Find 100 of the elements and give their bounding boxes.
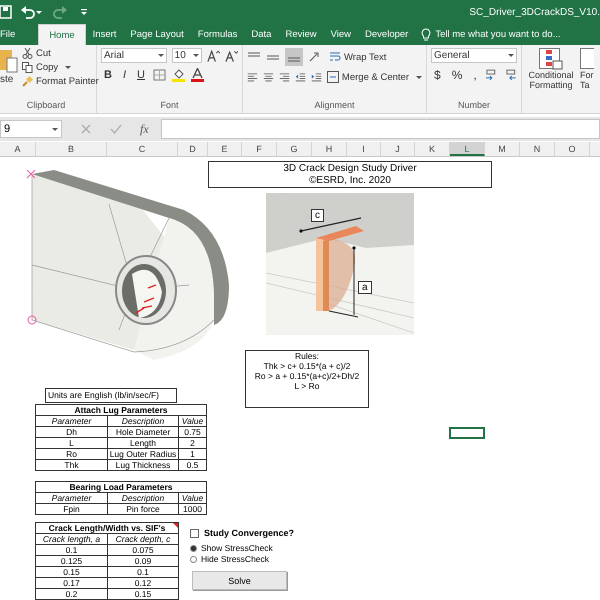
column-header[interactable]: J	[381, 142, 415, 156]
table-title: Attach Lug Parameters	[36, 404, 206, 416]
wrap-text-icon	[329, 51, 341, 63]
ribbon-tab[interactable]: File	[0, 24, 22, 45]
column-header[interactable]: E	[208, 142, 242, 156]
column-header[interactable]: L	[450, 142, 485, 156]
lightbulb-icon	[421, 28, 432, 41]
comma-button[interactable]: ,	[470, 68, 480, 82]
bold-button[interactable]: B	[101, 69, 115, 81]
format-painter-button[interactable]: Format Painter	[22, 76, 99, 87]
selected-cell[interactable]	[449, 427, 485, 439]
merge-cells-icon	[326, 71, 339, 83]
align-left-icon[interactable]	[247, 71, 258, 83]
table-title: Crack Length/Width vs. SIF's	[36, 522, 178, 534]
format-as-table-button[interactable]: For Ta	[580, 48, 596, 113]
column-header[interactable]: C	[107, 142, 178, 156]
column-header[interactable]: G	[277, 142, 312, 156]
paste-button[interactable]: ste	[0, 48, 18, 100]
align-center-icon[interactable]	[262, 71, 274, 83]
font-name-dropdown[interactable]: Arial	[101, 48, 167, 63]
table-cell: 2	[178, 438, 206, 448]
ribbon-tab[interactable]: Data	[244, 24, 278, 45]
solve-button[interactable]: Solve	[192, 571, 287, 590]
ribbon-tab[interactable]: Developer	[358, 24, 416, 45]
copy-button[interactable]: Copy	[22, 62, 99, 73]
font-color-icon[interactable]	[190, 68, 205, 82]
conditional-formatting-button[interactable]: Conditional Formatting	[526, 48, 576, 113]
table-cell: 0.1	[108, 566, 178, 578]
grow-font-icon[interactable]	[206, 50, 220, 62]
table-cell: 0.2	[36, 588, 108, 600]
table-cell: Dh	[36, 426, 108, 438]
font-size-dropdown[interactable]: 10	[172, 48, 202, 63]
cut-button[interactable]: Cut	[22, 48, 99, 59]
column-header[interactable]: F	[242, 142, 277, 156]
table-cell: 0.1	[36, 544, 108, 556]
table-cell: Pin force	[108, 504, 178, 514]
dimension-label: a	[358, 281, 372, 294]
name-box[interactable]: 9	[0, 120, 62, 138]
customize-toolbar-icon[interactable]	[80, 8, 88, 16]
column-heading: Value	[178, 416, 206, 426]
column-heading: Value	[178, 492, 206, 504]
ribbon-tab[interactable]: Insert	[86, 24, 124, 45]
formula-input[interactable]	[160, 119, 600, 139]
align-right-icon[interactable]	[278, 71, 290, 83]
radio-option[interactable]: Hide StressCheck	[190, 554, 273, 564]
table-cell: Lug Thickness	[108, 460, 178, 470]
comment-marker-icon	[173, 523, 178, 528]
percent-button[interactable]: %	[448, 68, 466, 82]
ribbon-tab[interactable]: Page Layout	[123, 24, 191, 45]
wrap-text-button[interactable]: Wrap Text	[329, 51, 386, 63]
decrease-indent-icon[interactable]	[294, 71, 306, 83]
align-bottom-icon[interactable]	[285, 48, 303, 66]
table-cell: L	[36, 438, 108, 448]
merge-center-button[interactable]: Merge & Center	[326, 71, 422, 83]
increase-indent-icon[interactable]	[310, 71, 322, 83]
group-label: Clipboard	[26, 100, 66, 112]
title-text: 3D Crack Design Study Driver	[283, 163, 417, 175]
borders-icon[interactable]	[152, 69, 167, 81]
column-heading: Parameter	[36, 492, 108, 504]
rule-text: Rules:	[294, 351, 320, 361]
insert-function-button[interactable]: fx	[134, 120, 155, 138]
save-icon[interactable]	[0, 5, 12, 19]
undo-icon[interactable]	[20, 5, 42, 19]
tell-me-field[interactable]: Tell me what you want to do...	[415, 24, 560, 45]
table-cell: 1	[178, 448, 206, 460]
scissors-icon	[22, 48, 33, 59]
column-heading: Crack depth, c	[108, 534, 178, 544]
column-header[interactable]: I	[347, 142, 381, 156]
currency-button[interactable]: $	[431, 68, 444, 82]
ribbon-tab[interactable]: Home	[38, 24, 86, 45]
table-cell: Lug Outer Radius	[108, 448, 178, 460]
radio-option[interactable]: Show StressCheck	[190, 543, 273, 553]
table-cell: 0.125	[36, 556, 108, 566]
rule-text: L > Ro	[294, 381, 320, 391]
column-header[interactable]: O	[555, 142, 590, 156]
shrink-font-icon[interactable]	[224, 50, 238, 62]
rule-text: Thk > c+ 0.15*(a + c)/2	[264, 361, 350, 371]
column-header[interactable]: A	[0, 142, 36, 156]
ribbon-tab[interactable]: Review	[278, 24, 324, 45]
column-header[interactable]: B	[36, 142, 107, 156]
column-header[interactable]: M	[485, 142, 520, 156]
underline-button[interactable]: U	[134, 69, 148, 81]
table-cell: 0.15	[36, 566, 108, 578]
italic-button[interactable]: I	[120, 69, 130, 81]
table-title: Bearing Load Parameters	[36, 482, 206, 492]
enter-checkmark-icon[interactable]	[110, 123, 122, 135]
ribbon-tab[interactable]: Formulas	[190, 24, 244, 45]
fill-color-icon[interactable]	[172, 68, 186, 82]
table-cell: 0.75	[178, 426, 206, 438]
table-cell: 0.075	[108, 544, 178, 556]
table-cell: Ro	[36, 448, 108, 460]
column-header[interactable]: D	[178, 142, 208, 156]
column-header[interactable]: H	[312, 142, 347, 156]
study-convergence-checkbox[interactable]: Study Convergence?	[190, 528, 294, 538]
column-header[interactable]: N	[520, 142, 555, 156]
table-cell: Length	[108, 438, 178, 448]
table-cell: 0.5	[178, 460, 206, 470]
ribbon-tab[interactable]: View	[324, 24, 358, 45]
group-label: Font	[159, 100, 180, 112]
number-format-dropdown[interactable]: General	[431, 48, 517, 63]
